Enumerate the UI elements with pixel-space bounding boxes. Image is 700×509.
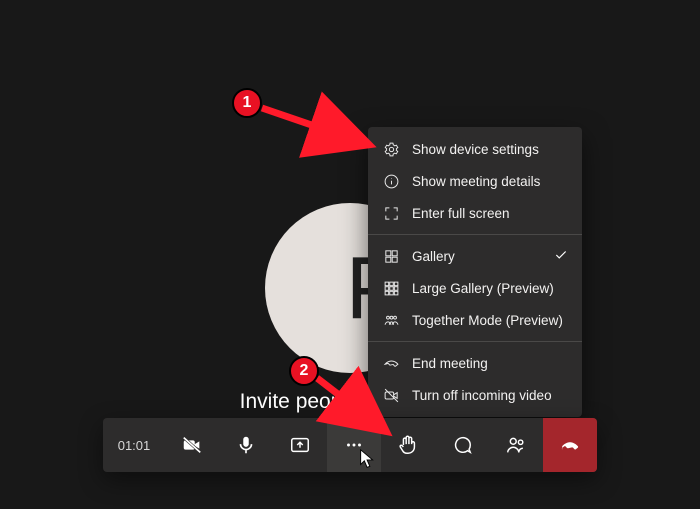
menu-label: Large Gallery (Preview)	[412, 281, 568, 296]
end-call-icon	[382, 354, 400, 372]
menu-item-gallery[interactable]: Gallery	[368, 240, 582, 272]
raise-hand-icon	[397, 434, 419, 456]
gear-icon	[382, 140, 400, 158]
menu-separator	[368, 341, 582, 342]
menu-item-fullscreen[interactable]: Enter full screen	[368, 197, 582, 229]
menu-item-end-meeting[interactable]: End meeting	[368, 347, 582, 379]
more-actions-menu: Show device settings Show meeting detail…	[368, 127, 582, 417]
chat-icon	[451, 434, 473, 456]
menu-label: Gallery	[412, 249, 542, 264]
meeting-toolbar: 01:01	[103, 418, 597, 472]
people-icon	[505, 434, 527, 456]
menu-item-device-settings[interactable]: Show device settings	[368, 133, 582, 165]
annotation-badge-2: 2	[289, 356, 319, 386]
menu-item-large-gallery[interactable]: Large Gallery (Preview)	[368, 272, 582, 304]
large-gallery-icon	[382, 279, 400, 297]
info-icon	[382, 172, 400, 190]
menu-label: Enter full screen	[412, 206, 568, 221]
menu-label: End meeting	[412, 356, 568, 371]
annotation-badge-1: 1	[232, 88, 262, 118]
menu-label: Turn off incoming video	[412, 388, 568, 403]
menu-separator	[368, 234, 582, 235]
menu-item-turn-off-video[interactable]: Turn off incoming video	[368, 379, 582, 411]
camera-button[interactable]	[165, 418, 219, 472]
gallery-icon	[382, 247, 400, 265]
call-timer: 01:01	[103, 418, 165, 472]
ellipsis-icon	[343, 434, 365, 456]
menu-label: Show device settings	[412, 142, 568, 157]
check-icon	[554, 248, 568, 265]
camera-off-icon	[181, 434, 203, 456]
hangup-button[interactable]	[543, 418, 597, 472]
chat-button[interactable]	[435, 418, 489, 472]
more-actions-button[interactable]	[327, 418, 381, 472]
menu-label: Together Mode (Preview)	[412, 313, 568, 328]
fullscreen-icon	[382, 204, 400, 222]
meeting-stage: P Invite people to join you Show device …	[0, 0, 700, 509]
participants-button[interactable]	[489, 418, 543, 472]
menu-item-together-mode[interactable]: Together Mode (Preview)	[368, 304, 582, 336]
video-off-icon	[382, 386, 400, 404]
raise-hand-button[interactable]	[381, 418, 435, 472]
hangup-icon	[559, 434, 581, 456]
share-screen-icon	[289, 434, 311, 456]
mic-icon	[235, 434, 257, 456]
menu-label: Show meeting details	[412, 174, 568, 189]
together-mode-icon	[382, 311, 400, 329]
share-button[interactable]	[273, 418, 327, 472]
mic-button[interactable]	[219, 418, 273, 472]
menu-item-meeting-details[interactable]: Show meeting details	[368, 165, 582, 197]
